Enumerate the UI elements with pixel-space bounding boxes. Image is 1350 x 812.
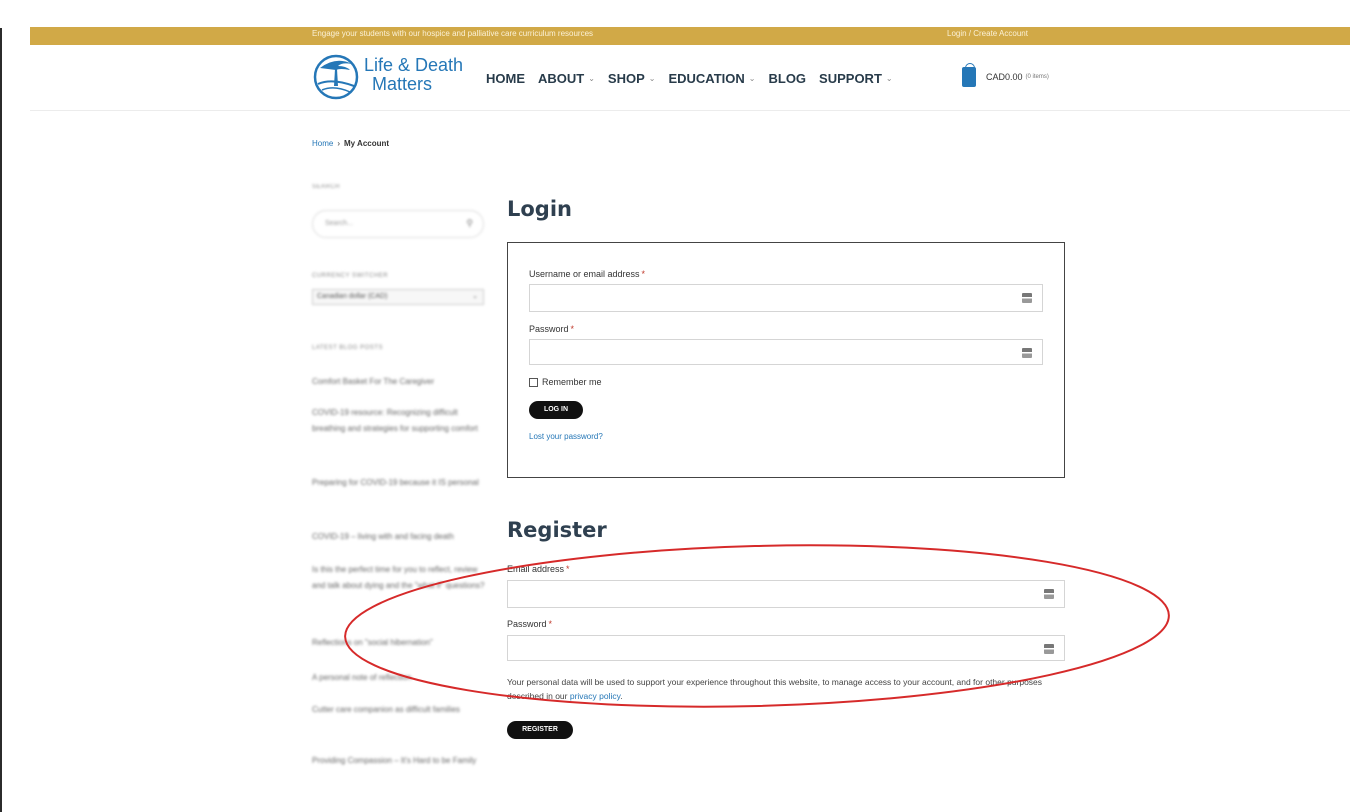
promo-link[interactable]: Engage your students with our hospice an… [312, 29, 593, 38]
privacy-period: . [620, 691, 623, 701]
autofill-key-icon[interactable] [1044, 644, 1054, 654]
site-header: Life & Death Matters HOME ABOUT ⌄ SHOP ⌄ E… [30, 45, 1350, 111]
sidebar-currency-heading: CURRENCY SWITCHER [312, 273, 389, 279]
chevron-down-icon: ⌄ [588, 74, 595, 83]
chevron-down-icon: ⌄ [885, 74, 893, 83]
blog-post-link[interactable]: COVID-19 resource: Recognizing difficult… [312, 405, 488, 437]
password-label-text: Password [529, 324, 569, 334]
search-icon[interactable]: ⚲ [466, 218, 473, 229]
breadcrumb: Home › My Account [312, 139, 389, 148]
register-password-label-text: Password [507, 619, 547, 629]
blog-post-link[interactable]: Comfort Basket For The Caregiver [312, 374, 488, 390]
nav-home-label: HOME [486, 71, 525, 86]
login-create-account-link[interactable]: Login / Create Account [947, 29, 1028, 38]
blog-post-link[interactable]: A personal note of reflection [312, 670, 488, 686]
top-edge [0, 0, 1350, 28]
register-email-label-text: Email address [507, 564, 565, 574]
search-placeholder: Search... [325, 220, 354, 227]
register-password-label: Password * [507, 619, 552, 629]
blog-post-link[interactable]: Reflections on "social hibernation" [312, 635, 488, 651]
required-mark: * [570, 324, 575, 334]
breadcrumb-current: My Account [344, 139, 390, 148]
register-button[interactable]: REGISTER [507, 721, 573, 739]
nav-blog[interactable]: BLOG [768, 71, 806, 86]
blog-post-link[interactable]: Is this the perfect time for you to refl… [312, 562, 488, 594]
chevron-down-icon: ⌄ [648, 74, 656, 83]
shopping-bag-icon [962, 63, 976, 87]
nav-education[interactable]: EDUCATION ⌄ [668, 71, 755, 86]
nav-shop[interactable]: SHOP ⌄ [608, 71, 656, 86]
cart-total: CAD0.00 [986, 72, 1023, 82]
nav-shop-label: SHOP [607, 71, 645, 86]
logo-line-1: Life & Death [364, 55, 464, 75]
username-label-text: Username or email address [529, 269, 640, 279]
sidebar-posts-heading: LATEST BLOG POSTS [312, 345, 383, 351]
nav-about-label: ABOUT [538, 71, 585, 86]
autofill-key-icon[interactable] [1044, 589, 1054, 599]
autofill-key-icon[interactable] [1022, 293, 1032, 303]
logo-wordmark: Life & Death Matters [364, 56, 463, 94]
nav-about[interactable]: ABOUT ⌄ [538, 71, 595, 86]
required-mark: * [566, 564, 570, 574]
privacy-policy-link[interactable]: privacy policy [570, 691, 620, 701]
blog-post-link[interactable]: Preparing for COVID-19 because it IS per… [312, 475, 488, 491]
privacy-notice: Your personal data will be used to suppo… [507, 675, 1067, 703]
sidebar-search-input[interactable]: Search... ⚲ [312, 210, 484, 238]
required-mark: * [641, 269, 646, 279]
currency-select-value: Canadian dollar (CAD) [317, 293, 388, 300]
remember-me-label[interactable]: Remember me [542, 377, 602, 387]
nav-education-label: EDUCATION [668, 71, 745, 86]
login-password-input[interactable] [529, 339, 1043, 365]
nav-support[interactable]: SUPPORT ⌄ [819, 71, 893, 86]
cart-count: (0 items) [1025, 74, 1049, 80]
register-email-input[interactable] [507, 580, 1065, 608]
login-form: Username or email address * Password * Rem… [507, 242, 1065, 478]
chevron-down-icon: ⌄ [748, 74, 756, 83]
chevron-down-icon: ⌄ [472, 293, 478, 300]
mini-cart[interactable]: CAD0.00 (0 items) [962, 63, 1049, 87]
breadcrumb-separator: › [337, 139, 341, 148]
register-email-label: Email address * [507, 564, 570, 574]
currency-select[interactable]: Canadian dollar (CAD) ⌄ [312, 289, 484, 305]
tree-circle-logo-icon [313, 54, 359, 100]
login-heading: Login [507, 197, 572, 221]
login-button[interactable]: LOG IN [529, 401, 583, 419]
register-heading: Register [507, 518, 607, 542]
autofill-key-icon[interactable] [1022, 348, 1032, 358]
nav-home[interactable]: HOME [486, 71, 525, 86]
remember-me-checkbox[interactable] [529, 378, 538, 387]
main-nav: HOME ABOUT ⌄ SHOP ⌄ EDUCATION ⌄ BLOG SUPPOR… [486, 71, 906, 86]
site-logo[interactable]: Life & Death Matters [312, 52, 477, 102]
logo-line-2: Matters [372, 74, 433, 94]
announcement-bar: Engage your students with our hospice an… [30, 27, 1350, 45]
register-password-input[interactable] [507, 635, 1065, 661]
sidebar-search-heading: SEARCH [312, 184, 341, 190]
blog-post-link[interactable]: Cutter care companion as difficult famil… [312, 702, 488, 718]
nav-support-label: SUPPORT [819, 71, 882, 86]
nav-blog-label: BLOG [768, 71, 807, 86]
required-mark: * [548, 619, 553, 629]
username-label: Username or email address * [529, 269, 645, 279]
password-label: Password * [529, 324, 574, 334]
blog-post-link[interactable]: COVID-19 – living with and facing death [312, 529, 488, 545]
blog-post-link[interactable]: Providing Compassion – It's Hard to be F… [312, 753, 488, 769]
username-input[interactable] [529, 284, 1043, 312]
lost-password-link[interactable]: Lost your password? [529, 432, 603, 441]
breadcrumb-home-link[interactable]: Home [312, 139, 333, 148]
